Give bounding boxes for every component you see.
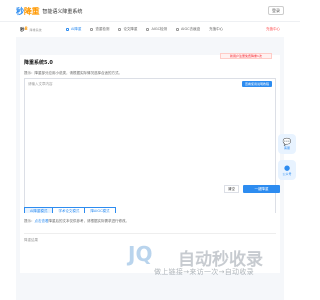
nav-item-label: AIGC检测 <box>151 27 168 31</box>
rewrite-button[interactable]: 一键降重 <box>243 185 280 193</box>
service-label: 客服 <box>283 146 290 150</box>
promo-notice[interactable]: 新用户注册免费降重1次 <box>220 53 272 59</box>
wechat-icon: ● <box>283 164 291 172</box>
top-header: 秒 降重 智能语义降重系统 登录 <box>0 0 300 22</box>
logo-main: 秒 <box>16 6 24 16</box>
scan-icon <box>146 28 150 31</box>
nav-item-label: 查重检测 <box>95 27 110 31</box>
watermark: JQ 自动秒收录 做上链接→来访一次→自动收录 <box>0 240 300 280</box>
nav-item-paper[interactable]: 论文降重 <box>118 27 137 32</box>
result-tip: 提示：点击查看降重后的文本仅供参考，请根据实际需求进行修改。 <box>24 219 129 224</box>
tutorial-button[interactable]: 查看使用说明教程 <box>241 81 272 87</box>
nav-item-label: 充值中心 <box>209 27 224 31</box>
chat-icon: 💬 <box>282 138 292 146</box>
product-name: 智能语义降重系统 <box>42 8 83 15</box>
site-logo[interactable]: 秒 降重 智能语义降重系统 <box>16 5 82 17</box>
divider <box>24 233 276 234</box>
watermark-subtitle: 做上链接→来访一次→自动收录 <box>154 268 254 276</box>
nav-item-aigc-check[interactable]: AIGC检测 <box>146 27 167 32</box>
wechat-button[interactable]: ● 公众号 <box>278 160 296 180</box>
tool-nav: 秒 8 降重系统 AI降重 查重检测 论文降重 AIGC检测 AIGC去痕迹 充… <box>16 22 284 37</box>
nav-item-recharge[interactable]: 充值中心 <box>209 27 223 32</box>
login-button[interactable]: 登录 <box>268 6 284 15</box>
page: 秒 降重 智能语义降重系统 登录 秒 8 降重系统 AI降重 查重检测 论文降重… <box>0 0 300 300</box>
clear-button[interactable]: 清空 <box>224 185 239 193</box>
nav-item-ai-rewrite[interactable]: AI降重 <box>66 27 81 32</box>
paper-icon <box>118 28 122 31</box>
watermark-logo: JQ <box>128 242 153 266</box>
editor-placeholder: 请输入文章内容 <box>28 82 53 86</box>
nav-alert-link[interactable]: 充值中心 <box>266 27 280 32</box>
nav-brand-sub: 降重系统 <box>29 27 42 32</box>
wechat-label: 公众号 <box>282 172 292 176</box>
nav-item-check[interactable]: 查重检测 <box>90 27 109 32</box>
result-tip-suffix: 降重后的文本仅供参考，请根据实际需求进行修改。 <box>48 219 130 223</box>
customer-service-button[interactable]: 💬 客服 <box>278 134 296 154</box>
nav-brand[interactable]: 秒 8 降重系统 <box>20 27 66 33</box>
panel-title: 降重系统5.0 <box>24 60 53 66</box>
nav-item-label: AIGC去痕迹 <box>181 27 201 31</box>
check-icon <box>90 28 94 31</box>
panel-tip: 提示：降重部分应用小说类，请根据实际情况选择合适的方式。 <box>24 71 122 75</box>
result-tip-link[interactable]: 点击查看 <box>35 219 49 223</box>
nav-brand-accent: 8 <box>24 27 28 32</box>
doc-icon <box>66 28 69 31</box>
clean-icon <box>176 28 180 31</box>
result-tip-prefix: 提示： <box>24 219 35 223</box>
nav-item-aigc-clean[interactable]: AIGC去痕迹 <box>176 27 200 32</box>
nav-item-label: 论文降重 <box>123 27 138 31</box>
logo-accent: 降重 <box>23 6 40 16</box>
nav-item-label: AI降重 <box>71 27 82 31</box>
article-editor[interactable]: 请输入文章内容 查看使用说明教程 每次限5000字，支持中文、英文、中英混合降重… <box>24 78 276 228</box>
